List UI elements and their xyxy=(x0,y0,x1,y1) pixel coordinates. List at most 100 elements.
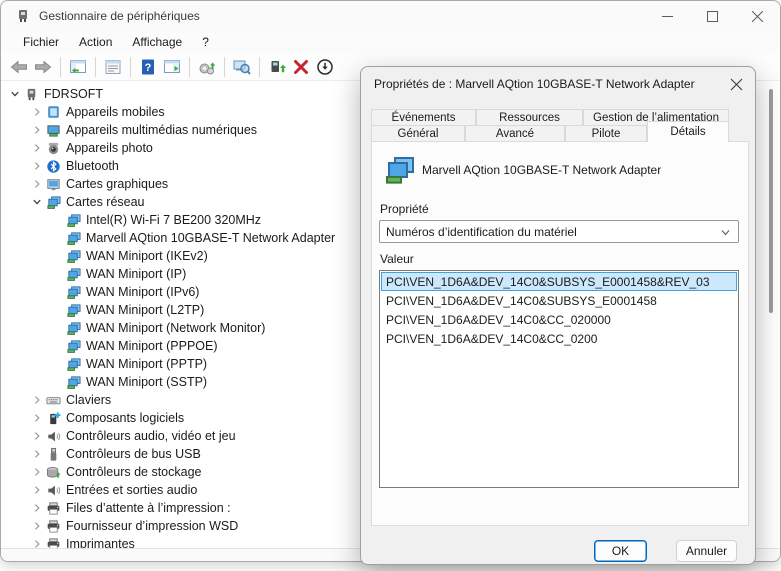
disable-device-icon[interactable] xyxy=(314,56,336,78)
property-dropdown[interactable]: Numéros d’identification du matériel xyxy=(379,220,739,243)
tree-item-label[interactable]: WAN Miniport (IPv6) xyxy=(82,285,199,299)
tree-item-label[interactable]: Composants logiciels xyxy=(62,411,184,425)
tree-item-label[interactable]: WAN Miniport (IP) xyxy=(82,267,186,281)
svg-text:?: ? xyxy=(145,62,152,74)
usb-icon xyxy=(44,446,62,462)
value-list-item[interactable]: PCI\VEN_1D6A&DEV_14C0&CC_020000 xyxy=(381,310,737,329)
value-list-item[interactable]: PCI\VEN_1D6A&DEV_14C0&CC_0200 xyxy=(381,329,737,348)
tree-item-label[interactable]: WAN Miniport (L2TP) xyxy=(82,303,204,317)
action-pane-icon[interactable] xyxy=(161,56,183,78)
tree-item-label[interactable]: FDRSOFT xyxy=(40,87,103,101)
value-list-item[interactable]: PCI\VEN_1D6A&DEV_14C0&SUBSYS_E0001458 xyxy=(381,291,737,310)
maximize-button[interactable] xyxy=(690,1,735,31)
tree-item-label[interactable]: Contrôleurs de stockage xyxy=(62,465,202,479)
menu-action[interactable]: Action xyxy=(69,33,122,52)
network-adapter-icon xyxy=(64,356,82,372)
chevron-down-icon xyxy=(720,227,731,241)
tree-item-label[interactable]: Fournisseur d’impression WSD xyxy=(62,519,238,533)
chevron-right-icon[interactable] xyxy=(30,105,44,119)
back-icon[interactable] xyxy=(8,56,30,78)
toolbar-separator xyxy=(224,57,225,77)
properties-icon[interactable] xyxy=(102,56,124,78)
chevron-right-icon[interactable] xyxy=(30,429,44,443)
value-list-item[interactable]: PCI\VEN_1D6A&DEV_14C0&SUBSYS_E0001458&RE… xyxy=(381,272,737,291)
tree-item-label[interactable]: WAN Miniport (PPPOE) xyxy=(82,339,218,353)
chevron-right-icon[interactable] xyxy=(30,123,44,137)
tree-item-label[interactable]: Intel(R) Wi-Fi 7 BE200 320MHz xyxy=(82,213,261,227)
menu-fichier[interactable]: Fichier xyxy=(13,33,69,52)
network-adapter-icon xyxy=(64,302,82,318)
tree-item-label[interactable]: WAN Miniport (SSTP) xyxy=(82,375,207,389)
chevron-right-icon[interactable] xyxy=(30,159,44,173)
chevron-down-icon[interactable] xyxy=(30,195,44,209)
tab-ressources[interactable]: Ressources xyxy=(476,109,583,126)
display-adapter-icon xyxy=(44,176,62,192)
chevron-right-icon[interactable] xyxy=(30,447,44,461)
help-icon[interactable]: ? xyxy=(137,56,159,78)
tree-item-label[interactable]: Bluetooth xyxy=(62,159,119,173)
forward-icon[interactable] xyxy=(32,56,54,78)
dialog-close-icon[interactable] xyxy=(725,73,747,95)
printer-icon xyxy=(44,536,62,548)
tree-item-label[interactable]: WAN Miniport (IKEv2) xyxy=(82,249,208,263)
title-bar: Gestionnaire de périphériques xyxy=(1,1,780,31)
tab-general[interactable]: Général xyxy=(371,125,465,142)
tree-item-label[interactable]: Cartes graphiques xyxy=(62,177,168,191)
tab-pilote[interactable]: Pilote xyxy=(565,125,647,142)
tree-item-label[interactable]: Marvell AQtion 10GBASE-T Network Adapter xyxy=(82,231,335,245)
menu-affichage[interactable]: Affichage xyxy=(122,33,192,52)
tree-spacer xyxy=(50,339,64,353)
tree-item-label[interactable]: Appareils multimédias numériques xyxy=(62,123,257,137)
tree-item-label[interactable]: Imprimantes xyxy=(62,537,135,548)
chevron-right-icon[interactable] xyxy=(30,501,44,515)
tree-item-label[interactable]: Files d’attente à l’impression : xyxy=(62,501,231,515)
tab-evenements[interactable]: Événements xyxy=(371,109,476,126)
update-driver-icon[interactable] xyxy=(266,56,288,78)
cancel-button[interactable]: Annuler xyxy=(676,540,737,562)
network-adapter-icon xyxy=(64,320,82,336)
tree-item-label[interactable]: Entrées et sorties audio xyxy=(62,483,197,497)
tree-item-label[interactable]: WAN Miniport (PPTP) xyxy=(82,357,207,371)
value-listbox[interactable]: PCI\VEN_1D6A&DEV_14C0&SUBSYS_E0001458&RE… xyxy=(379,270,739,488)
keyboard-icon xyxy=(44,392,62,408)
tree-item-label[interactable]: WAN Miniport (Network Monitor) xyxy=(82,321,265,335)
tree-spacer xyxy=(50,249,64,263)
chevron-right-icon[interactable] xyxy=(30,483,44,497)
printer-icon xyxy=(44,500,62,516)
network-adapter-icon xyxy=(64,248,82,264)
chevron-right-icon[interactable] xyxy=(30,393,44,407)
scan-hardware-icon[interactable] xyxy=(196,56,218,78)
chevron-right-icon[interactable] xyxy=(30,519,44,533)
close-button[interactable] xyxy=(735,1,780,31)
chevron-down-icon[interactable] xyxy=(8,87,22,101)
properties-dialog: Propriétés de : Marvell AQtion 10GBASE-T… xyxy=(360,66,756,565)
network-adapter-icon xyxy=(44,194,62,210)
minimize-button[interactable] xyxy=(645,1,690,31)
tree-item-label[interactable]: Contrôleurs audio, vidéo et jeu xyxy=(62,429,236,443)
printer-icon xyxy=(44,518,62,534)
console-tree-icon[interactable] xyxy=(67,56,89,78)
tree-item-label[interactable]: Claviers xyxy=(62,393,111,407)
remote-computer-icon[interactable] xyxy=(231,56,253,78)
chevron-right-icon[interactable] xyxy=(30,465,44,479)
tree-spacer xyxy=(50,321,64,335)
scrollbar-thumb[interactable] xyxy=(769,89,773,313)
uninstall-icon[interactable] xyxy=(290,56,312,78)
chevron-right-icon[interactable] xyxy=(30,537,44,548)
menu-?[interactable]: ? xyxy=(192,33,219,52)
ok-button[interactable]: OK xyxy=(594,540,647,562)
tree-spacer xyxy=(50,357,64,371)
tree-item-label[interactable]: Appareils photo xyxy=(62,141,153,155)
tree-item-label[interactable]: Cartes réseau xyxy=(62,195,145,209)
tree-item-label[interactable]: Appareils mobiles xyxy=(62,105,165,119)
tab-avance[interactable]: Avancé xyxy=(465,125,565,142)
chevron-right-icon[interactable] xyxy=(30,141,44,155)
tree-item-label[interactable]: Contrôleurs de bus USB xyxy=(62,447,201,461)
chevron-right-icon[interactable] xyxy=(30,177,44,191)
toolbar-separator xyxy=(130,57,131,77)
tree-scrollbar[interactable] xyxy=(768,85,774,548)
window-title: Gestionnaire de périphériques xyxy=(39,9,200,23)
tab-details[interactable]: Détails xyxy=(647,121,729,142)
chevron-right-icon[interactable] xyxy=(30,411,44,425)
network-adapter-icon xyxy=(64,374,82,390)
